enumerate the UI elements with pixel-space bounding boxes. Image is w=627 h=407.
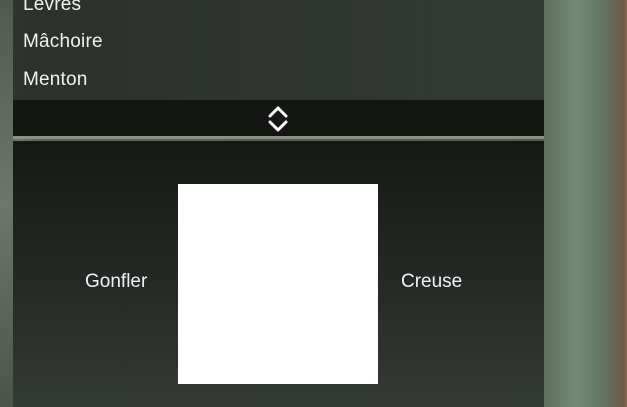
chevron-up-down-icon [268, 106, 288, 132]
feature-editor: Gonfler Creuse [13, 141, 544, 407]
feature-list: Lèvres Mâchoire Menton [13, 0, 544, 100]
background-left-strip [0, 0, 13, 407]
list-item[interactable]: Mâchoire [23, 31, 103, 53]
feature-grid[interactable] [178, 184, 378, 384]
list-item[interactable]: Lèvres [23, 0, 81, 16]
list-item[interactable]: Menton [23, 69, 88, 91]
expand-collapse-bar[interactable] [13, 100, 544, 139]
background-right-strip [544, 0, 627, 407]
right-axis-label: Creuse [401, 271, 463, 292]
left-axis-label: Gonfler [85, 271, 148, 292]
